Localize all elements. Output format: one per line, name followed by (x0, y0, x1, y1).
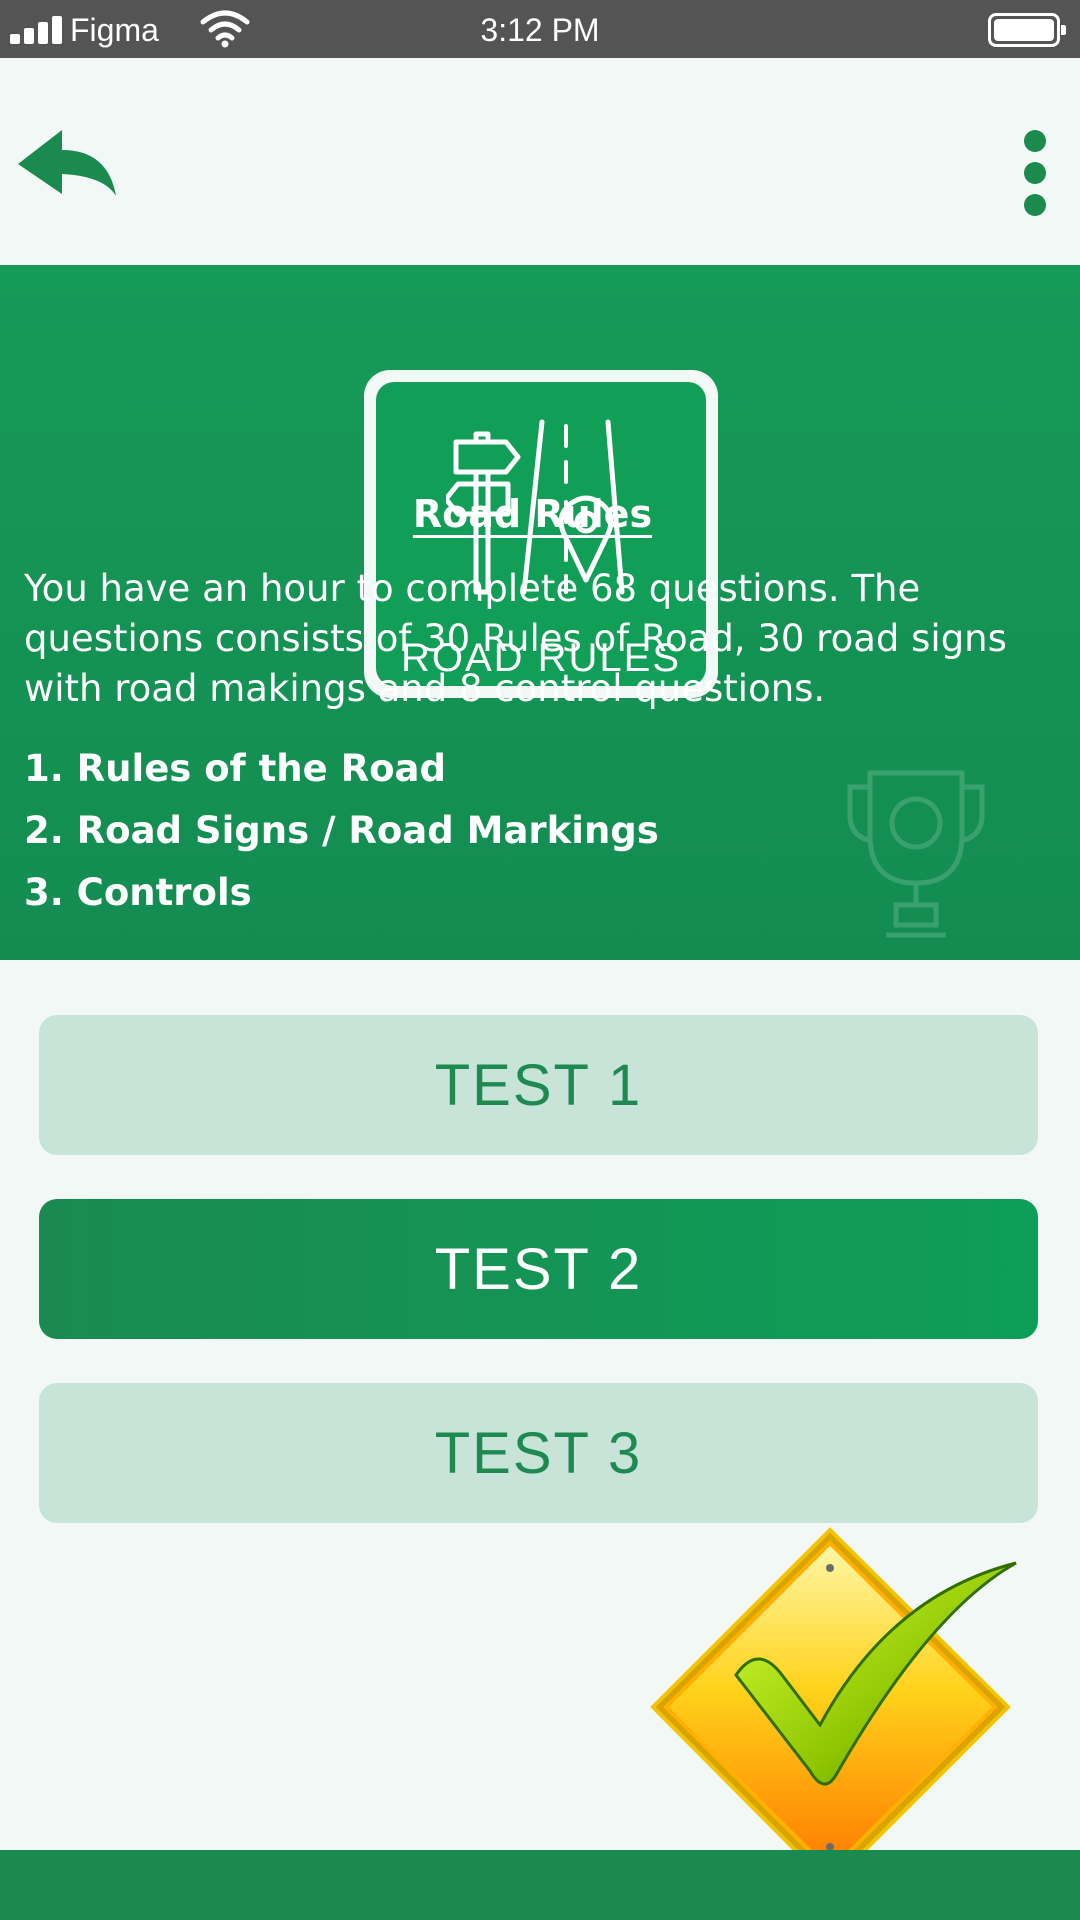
topic-list: 1. Rules of the Road 2. Road Signs / Roa… (24, 738, 659, 924)
hero-panel: ROAD RULES Road Rules You have an hour t… (0, 265, 1080, 960)
more-vertical-icon[interactable] (1020, 130, 1050, 220)
back-arrow-icon[interactable] (18, 130, 120, 202)
list-item: 2. Road Signs / Road Markings (24, 809, 659, 852)
section-title: Road Rules (412, 492, 653, 536)
section-description: You have an hour to complete 68 question… (24, 567, 1007, 710)
checkmark-road-sign-icon (650, 1527, 1017, 1888)
test-2-button[interactable]: TEST 2 (39, 1199, 1038, 1339)
bottom-bar (0, 1850, 1080, 1920)
test-3-button[interactable]: TEST 3 (39, 1383, 1038, 1523)
status-time: 3:12 PM (480, 12, 600, 48)
list-item: 1. Rules of the Road (24, 747, 446, 790)
status-bar: Figma 3:12 PM (0, 0, 1080, 58)
test-1-button[interactable]: TEST 1 (39, 1015, 1038, 1155)
list-item: 3. Controls (24, 871, 252, 914)
trophy-icon (847, 770, 985, 938)
battery-icon (988, 13, 1066, 47)
